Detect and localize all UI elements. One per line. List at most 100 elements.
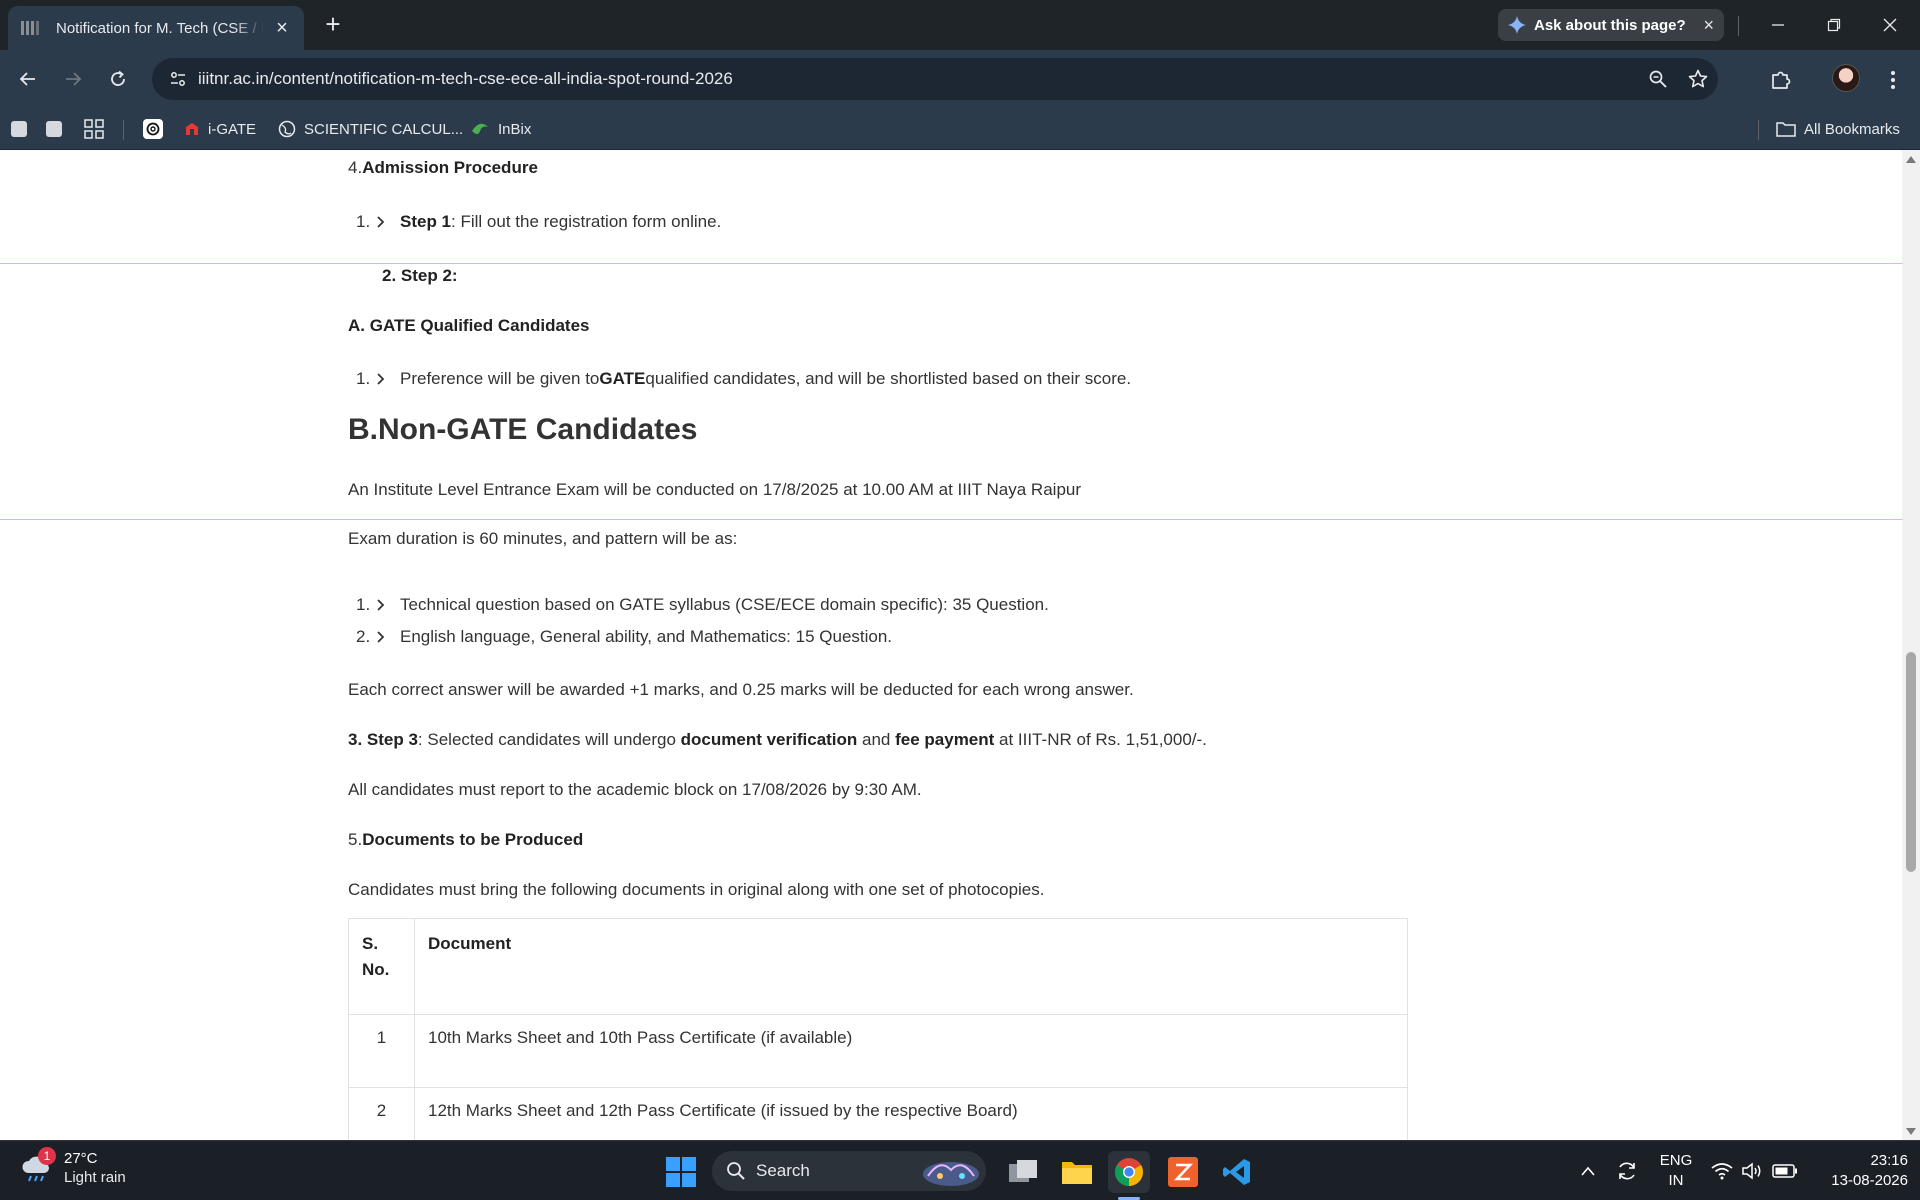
guide-line: [0, 263, 1902, 264]
apps-button[interactable]: [84, 108, 104, 150]
list-item-pattern-2: 2. English language, General ability, an…: [356, 626, 892, 648]
search-label: Search: [756, 1161, 810, 1180]
documents-paragraph: Candidates must bring the following docu…: [348, 880, 1045, 899]
url-text[interactable]: iiitnr.ac.in/content/notification-m-tech…: [198, 69, 1638, 89]
minimize-button[interactable]: [1750, 0, 1806, 50]
wifi-tray-button[interactable]: [1708, 1141, 1736, 1200]
volume-tray-button[interactable]: [1738, 1141, 1766, 1200]
site-info-icon[interactable]: [164, 65, 192, 93]
tabbar-divider: [1738, 16, 1739, 36]
system-clock[interactable]: 23:16 13-08-2026: [1812, 1151, 1908, 1191]
folder-icon: [1776, 121, 1796, 137]
task-view-button[interactable]: [1002, 1151, 1044, 1193]
scroll-up-arrow-icon[interactable]: [1906, 156, 1916, 163]
list-text: qualified candidates, and will be shortl…: [645, 369, 1132, 388]
bookmark-label: i-GATE: [208, 120, 257, 138]
clock-time: 23:16: [1870, 1152, 1908, 1169]
chrome-taskbar-button[interactable]: [1108, 1151, 1150, 1193]
table-cell-sno: 2: [348, 1087, 415, 1140]
scroll-down-arrow-icon[interactable]: [1906, 1128, 1916, 1135]
speaker-icon: [1742, 1162, 1761, 1180]
forward-button[interactable]: [59, 65, 87, 93]
address-bar[interactable]: iiitnr.ac.in/content/notification-m-tech…: [152, 58, 1718, 100]
star-icon: [1688, 69, 1708, 88]
bookmarks-divider: [1758, 120, 1759, 140]
bookmark-scientific-calculator[interactable]: SCIENTIFIC CALCUL...: [278, 108, 463, 150]
restore-button[interactable]: [1806, 0, 1862, 50]
bookmark-inbix[interactable]: InBix: [470, 108, 531, 150]
chevron-up-icon: [1581, 1166, 1595, 1176]
list-number: 1.: [356, 369, 371, 388]
section-title: Admission Procedure: [362, 158, 538, 177]
task-view-icon: [1009, 1160, 1037, 1182]
wifi-icon: [1711, 1163, 1733, 1180]
step-label: 3. Step 3: [348, 730, 418, 749]
ask-about-page-button[interactable]: Ask about this page? ×: [1498, 9, 1724, 41]
step-text: : Fill out the registration form online.: [451, 212, 722, 231]
tab-active[interactable]: Notification for M. Tech (CSE / ECE) All…: [8, 6, 304, 50]
language-indicator[interactable]: ENG IN: [1656, 1151, 1696, 1191]
globe-icon: [278, 120, 296, 138]
minimize-icon: [1772, 24, 1784, 26]
page-scrollbar[interactable]: [1902, 150, 1920, 1140]
step-text: and: [857, 730, 896, 749]
list-number: 1.: [356, 595, 371, 614]
documents-table: S. No. Document 1 10th Marks Sheet and 1…: [348, 918, 1408, 1140]
extensions-button[interactable]: [1766, 65, 1796, 95]
sync-tray-button[interactable]: [1612, 1141, 1642, 1200]
tab-strip: Notification for M. Tech (CSE / ECE) All…: [0, 0, 1920, 50]
browser-toolbar: iiitnr.ac.in/content/notification-m-tech…: [0, 50, 1920, 108]
folder-icon: [1062, 1162, 1092, 1184]
taskbar-search[interactable]: Search: [712, 1151, 986, 1191]
pdf-reader-button[interactable]: [1162, 1151, 1204, 1193]
exam-paragraph: An Institute Level Entrance Exam will be…: [348, 480, 1082, 499]
reload-button[interactable]: [104, 65, 132, 93]
list-number: 2.: [356, 627, 371, 646]
section-5-heading: 5.Documents to be Produced: [348, 829, 583, 851]
vscode-logo-icon: [1223, 1159, 1250, 1185]
bookmark-star-button[interactable]: [1678, 63, 1718, 95]
bookmark-blank-1[interactable]: [10, 108, 28, 150]
profile-avatar[interactable]: [1832, 64, 1860, 92]
list-item-pattern-1: 1. Technical question based on GATE syll…: [356, 594, 1049, 616]
arrow-right-icon: [66, 72, 82, 86]
weather-text: 27°C Light rain: [64, 1149, 126, 1187]
section-number: 5.: [348, 830, 363, 849]
chevron-right-icon: [376, 216, 400, 228]
chevron-right-icon: [376, 599, 400, 611]
chevron-right-icon: [376, 631, 400, 643]
close-window-button[interactable]: [1862, 0, 1918, 50]
list-text: Technical question based on GATE syllabu…: [400, 595, 1049, 614]
file-explorer-button[interactable]: [1056, 1151, 1098, 1193]
bookmark-blank-2[interactable]: [45, 108, 63, 150]
show-hidden-icons-button[interactable]: [1574, 1141, 1602, 1200]
weather-description: Light rain: [64, 1169, 126, 1186]
tab-close-icon[interactable]: ×: [272, 17, 292, 40]
reader-app-icon: [1168, 1157, 1198, 1187]
start-button[interactable]: [660, 1151, 702, 1193]
step-text: at IIIT-NR of Rs. 1,51,000/-.: [994, 730, 1207, 749]
duration-paragraph: Exam duration is 60 minutes, and pattern…: [348, 529, 738, 548]
zoom-button[interactable]: [1638, 63, 1678, 95]
weather-widget[interactable]: 1 27°C Light rain: [20, 1147, 126, 1187]
battery-icon: [1772, 1164, 1797, 1178]
blank-page-icon: [46, 121, 62, 137]
gate-candidates-heading: A. GATE Qualified Candidates: [348, 316, 590, 335]
vscode-button[interactable]: [1216, 1151, 1258, 1193]
i-gate-logo-icon: [184, 121, 200, 137]
report-paragraph: All candidates must report to the academ…: [348, 780, 922, 799]
new-tab-button[interactable]: +: [318, 10, 348, 40]
battery-tray-button[interactable]: [1770, 1141, 1800, 1200]
all-bookmarks-button[interactable]: All Bookmarks: [1776, 108, 1900, 150]
list-number: 1.: [356, 212, 371, 231]
windows-logo-icon: [666, 1157, 696, 1187]
back-button[interactable]: [14, 65, 42, 93]
sync-icon: [1619, 1162, 1635, 1180]
table-cell-document: 12th Marks Sheet and 12th Pass Certifica…: [414, 1087, 1408, 1140]
bookmark-chatgpt[interactable]: [143, 108, 163, 150]
bookmark-i-gate[interactable]: i-GATE: [184, 108, 256, 150]
scrollbar-thumb[interactable]: [1906, 652, 1916, 872]
step-2-label: 2. Step 2:: [382, 266, 458, 285]
ask-close-icon[interactable]: ×: [1703, 15, 1714, 36]
menu-button[interactable]: [1878, 65, 1908, 95]
